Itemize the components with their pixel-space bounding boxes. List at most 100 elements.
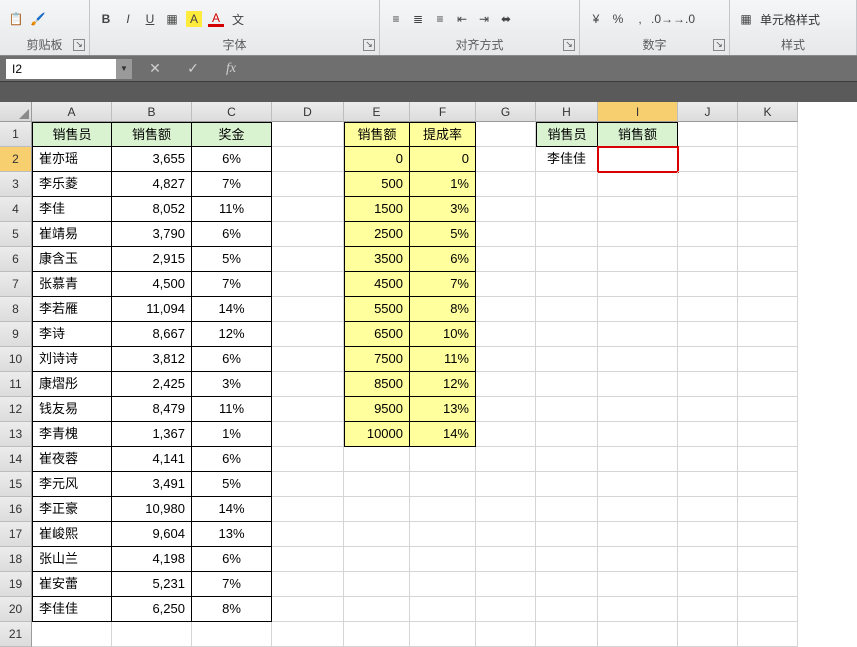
cell[interactable] bbox=[476, 272, 536, 297]
cell[interactable] bbox=[410, 497, 476, 522]
cell[interactable] bbox=[678, 222, 738, 247]
cell[interactable] bbox=[738, 122, 798, 147]
cell[interactable] bbox=[272, 272, 344, 297]
cell[interactable] bbox=[678, 347, 738, 372]
cell[interactable] bbox=[738, 447, 798, 472]
cell[interactable] bbox=[738, 247, 798, 272]
cell[interactable] bbox=[738, 222, 798, 247]
cell[interactable] bbox=[476, 347, 536, 372]
cell[interactable]: 8,667 bbox=[112, 322, 192, 347]
cell[interactable]: 7% bbox=[192, 172, 272, 197]
worksheet[interactable]: A B C D E F G H I J K 1销售员销售额奖金销售额提成率销售员… bbox=[0, 102, 857, 647]
cell[interactable] bbox=[272, 147, 344, 172]
cell[interactable] bbox=[738, 172, 798, 197]
cell[interactable] bbox=[738, 522, 798, 547]
cell[interactable] bbox=[476, 572, 536, 597]
cell[interactable] bbox=[272, 197, 344, 222]
cell[interactable] bbox=[598, 597, 678, 622]
cell[interactable]: 1% bbox=[192, 422, 272, 447]
cell[interactable] bbox=[598, 422, 678, 447]
row-header[interactable]: 7 bbox=[0, 272, 32, 297]
cell[interactable]: 崔靖易 bbox=[32, 222, 112, 247]
cell[interactable]: 14% bbox=[410, 422, 476, 447]
cell[interactable]: 提成率 bbox=[410, 122, 476, 147]
row-header[interactable]: 19 bbox=[0, 572, 32, 597]
cell[interactable] bbox=[536, 272, 598, 297]
row-header[interactable]: 4 bbox=[0, 197, 32, 222]
cell[interactable]: 11,094 bbox=[112, 297, 192, 322]
row-header[interactable]: 17 bbox=[0, 522, 32, 547]
cell[interactable] bbox=[536, 497, 598, 522]
cell[interactable]: 500 bbox=[344, 172, 410, 197]
row-header[interactable]: 5 bbox=[0, 222, 32, 247]
cell[interactable]: 销售额 bbox=[112, 122, 192, 147]
cell[interactable] bbox=[476, 622, 536, 647]
cell[interactable] bbox=[272, 547, 344, 572]
underline-icon[interactable]: U bbox=[142, 11, 158, 27]
cell[interactable]: 销售额 bbox=[344, 122, 410, 147]
cell[interactable]: 14% bbox=[192, 297, 272, 322]
cell[interactable] bbox=[738, 497, 798, 522]
cell[interactable]: 13% bbox=[410, 397, 476, 422]
border-icon[interactable]: ▦ bbox=[164, 11, 180, 27]
cell[interactable] bbox=[476, 522, 536, 547]
cell[interactable]: 钱友易 bbox=[32, 397, 112, 422]
cell[interactable] bbox=[112, 622, 192, 647]
cell[interactable] bbox=[598, 397, 678, 422]
cell[interactable]: 3,491 bbox=[112, 472, 192, 497]
comma-icon[interactable]: , bbox=[632, 11, 648, 27]
cell[interactable]: 7% bbox=[410, 272, 476, 297]
cell[interactable] bbox=[738, 347, 798, 372]
cell[interactable] bbox=[272, 447, 344, 472]
cell[interactable]: 7% bbox=[192, 272, 272, 297]
cell[interactable] bbox=[476, 147, 536, 172]
fill-color-icon[interactable]: A bbox=[186, 11, 202, 27]
cell[interactable] bbox=[272, 422, 344, 447]
dialog-launcher-font[interactable]: ↘ bbox=[363, 39, 375, 51]
cell[interactable]: 4500 bbox=[344, 272, 410, 297]
cell[interactable] bbox=[678, 322, 738, 347]
cell[interactable] bbox=[272, 522, 344, 547]
row-header[interactable]: 12 bbox=[0, 397, 32, 422]
cell[interactable] bbox=[536, 572, 598, 597]
cell[interactable]: 6% bbox=[192, 447, 272, 472]
cell[interactable] bbox=[738, 197, 798, 222]
cell[interactable]: 4,827 bbox=[112, 172, 192, 197]
cell[interactable]: 李佳 bbox=[32, 197, 112, 222]
cell[interactable]: 8,479 bbox=[112, 397, 192, 422]
cell[interactable] bbox=[738, 272, 798, 297]
cell[interactable] bbox=[536, 222, 598, 247]
cell[interactable] bbox=[598, 497, 678, 522]
cell[interactable] bbox=[678, 297, 738, 322]
row-header[interactable]: 9 bbox=[0, 322, 32, 347]
cell[interactable]: 崔亦瑶 bbox=[32, 147, 112, 172]
cell[interactable] bbox=[598, 247, 678, 272]
cell[interactable] bbox=[678, 197, 738, 222]
cell[interactable] bbox=[738, 472, 798, 497]
cell[interactable]: 10% bbox=[410, 322, 476, 347]
merge-cells-icon[interactable]: ⬌ bbox=[498, 11, 514, 27]
cell[interactable] bbox=[598, 197, 678, 222]
cell[interactable] bbox=[536, 447, 598, 472]
dialog-launcher-number[interactable]: ↘ bbox=[713, 39, 725, 51]
cell[interactable] bbox=[476, 597, 536, 622]
cell[interactable]: 6,250 bbox=[112, 597, 192, 622]
cell[interactable] bbox=[344, 522, 410, 547]
cell[interactable] bbox=[344, 572, 410, 597]
cell[interactable] bbox=[678, 172, 738, 197]
decrease-decimal-icon[interactable]: →.0 bbox=[676, 11, 692, 27]
fx-icon[interactable]: fx bbox=[216, 59, 246, 79]
cell[interactable] bbox=[344, 547, 410, 572]
cell[interactable]: 崔峻熙 bbox=[32, 522, 112, 547]
cell[interactable]: 李佳佳 bbox=[536, 147, 598, 172]
col-header[interactable]: H bbox=[536, 102, 598, 122]
cell[interactable]: 0 bbox=[410, 147, 476, 172]
cell[interactable] bbox=[272, 172, 344, 197]
cell[interactable] bbox=[598, 572, 678, 597]
font-color-icon[interactable]: A bbox=[208, 11, 224, 27]
cell[interactable]: 10,980 bbox=[112, 497, 192, 522]
row-header[interactable]: 6 bbox=[0, 247, 32, 272]
cell[interactable] bbox=[678, 422, 738, 447]
cell[interactable] bbox=[410, 572, 476, 597]
cell[interactable] bbox=[272, 122, 344, 147]
